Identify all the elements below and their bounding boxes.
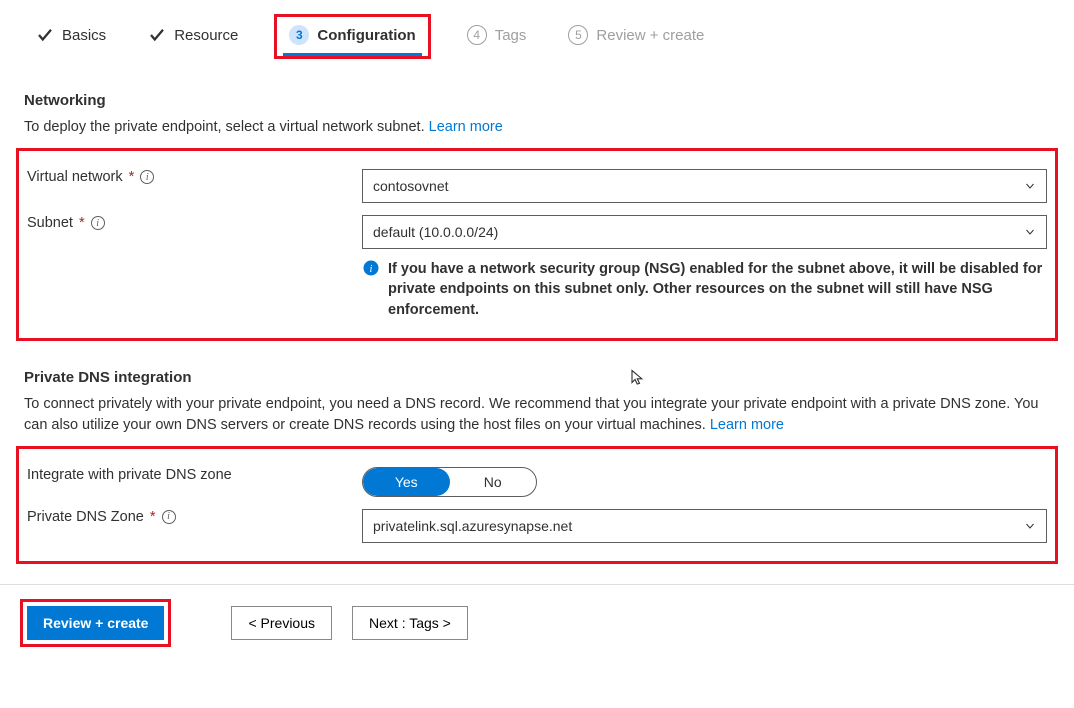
networking-desc: To deploy the private endpoint, select a… xyxy=(24,117,1050,138)
tab-basics[interactable]: Basics xyxy=(30,18,112,55)
dns-desc: To connect privately with your private e… xyxy=(24,394,1050,436)
tab-basics-label: Basics xyxy=(62,27,106,44)
tab-tags[interactable]: 4 Tags xyxy=(461,17,533,56)
review-create-button[interactable]: Review + create xyxy=(27,606,164,640)
next-button[interactable]: Next : Tags > xyxy=(352,606,468,640)
required-asterisk: * xyxy=(79,215,85,231)
cursor-icon xyxy=(629,369,647,387)
dns-zone-dropdown[interactable]: privatelink.sql.azuresynapse.net xyxy=(362,509,1047,543)
info-icon[interactable]: i xyxy=(140,170,154,184)
required-asterisk: * xyxy=(150,509,156,525)
integrate-dns-label: Integrate with private DNS zone xyxy=(27,467,232,483)
toggle-yes[interactable]: Yes xyxy=(363,468,450,496)
subnet-value: default (10.0.0.0/24) xyxy=(373,224,498,240)
tab-review[interactable]: 5 Review + create xyxy=(562,17,710,56)
check-icon xyxy=(148,26,166,44)
networking-learn-more-link[interactable]: Learn more xyxy=(429,119,503,135)
tab-resource[interactable]: Resource xyxy=(142,18,244,55)
subnet-nsg-note: i If you have a network security group (… xyxy=(362,259,1047,320)
subnet-label: Subnet xyxy=(27,215,73,231)
chevron-down-icon xyxy=(1024,520,1036,532)
toggle-no[interactable]: No xyxy=(450,468,537,496)
dns-heading: Private DNS integration xyxy=(24,369,1050,386)
dns-zone-label: Private DNS Zone xyxy=(27,509,144,525)
tab-number-5: 5 xyxy=(568,25,588,45)
previous-button[interactable]: < Previous xyxy=(231,606,332,640)
networking-heading: Networking xyxy=(24,92,1050,109)
dns-zone-value: privatelink.sql.azuresynapse.net xyxy=(373,518,572,534)
subnet-dropdown[interactable]: default (10.0.0.0/24) xyxy=(362,215,1047,249)
vnet-value: contosovnet xyxy=(373,178,449,194)
svg-text:i: i xyxy=(370,264,373,275)
tab-configuration-label: Configuration xyxy=(317,27,415,44)
vnet-dropdown[interactable]: contosovnet xyxy=(362,169,1047,203)
vnet-label: Virtual network xyxy=(27,169,123,185)
check-icon xyxy=(36,26,54,44)
info-icon[interactable]: i xyxy=(162,510,176,524)
required-asterisk: * xyxy=(129,169,135,185)
highlight-networking-fields: Virtual network * i contosovnet Subnet *… xyxy=(16,148,1058,341)
chevron-down-icon xyxy=(1024,226,1036,238)
dns-learn-more-link[interactable]: Learn more xyxy=(710,417,784,433)
integrate-dns-toggle[interactable]: Yes No xyxy=(362,467,537,497)
tab-review-label: Review + create xyxy=(596,27,704,44)
highlight-dns-fields: Integrate with private DNS zone Yes No P… xyxy=(16,446,1058,564)
tab-tags-label: Tags xyxy=(495,27,527,44)
chevron-down-icon xyxy=(1024,180,1036,192)
tab-configuration[interactable]: 3 Configuration xyxy=(283,17,421,56)
info-icon[interactable]: i xyxy=(91,216,105,230)
info-filled-icon: i xyxy=(362,259,380,277)
tab-number-4: 4 xyxy=(467,25,487,45)
tab-number-3: 3 xyxy=(289,25,309,45)
tab-resource-label: Resource xyxy=(174,27,238,44)
